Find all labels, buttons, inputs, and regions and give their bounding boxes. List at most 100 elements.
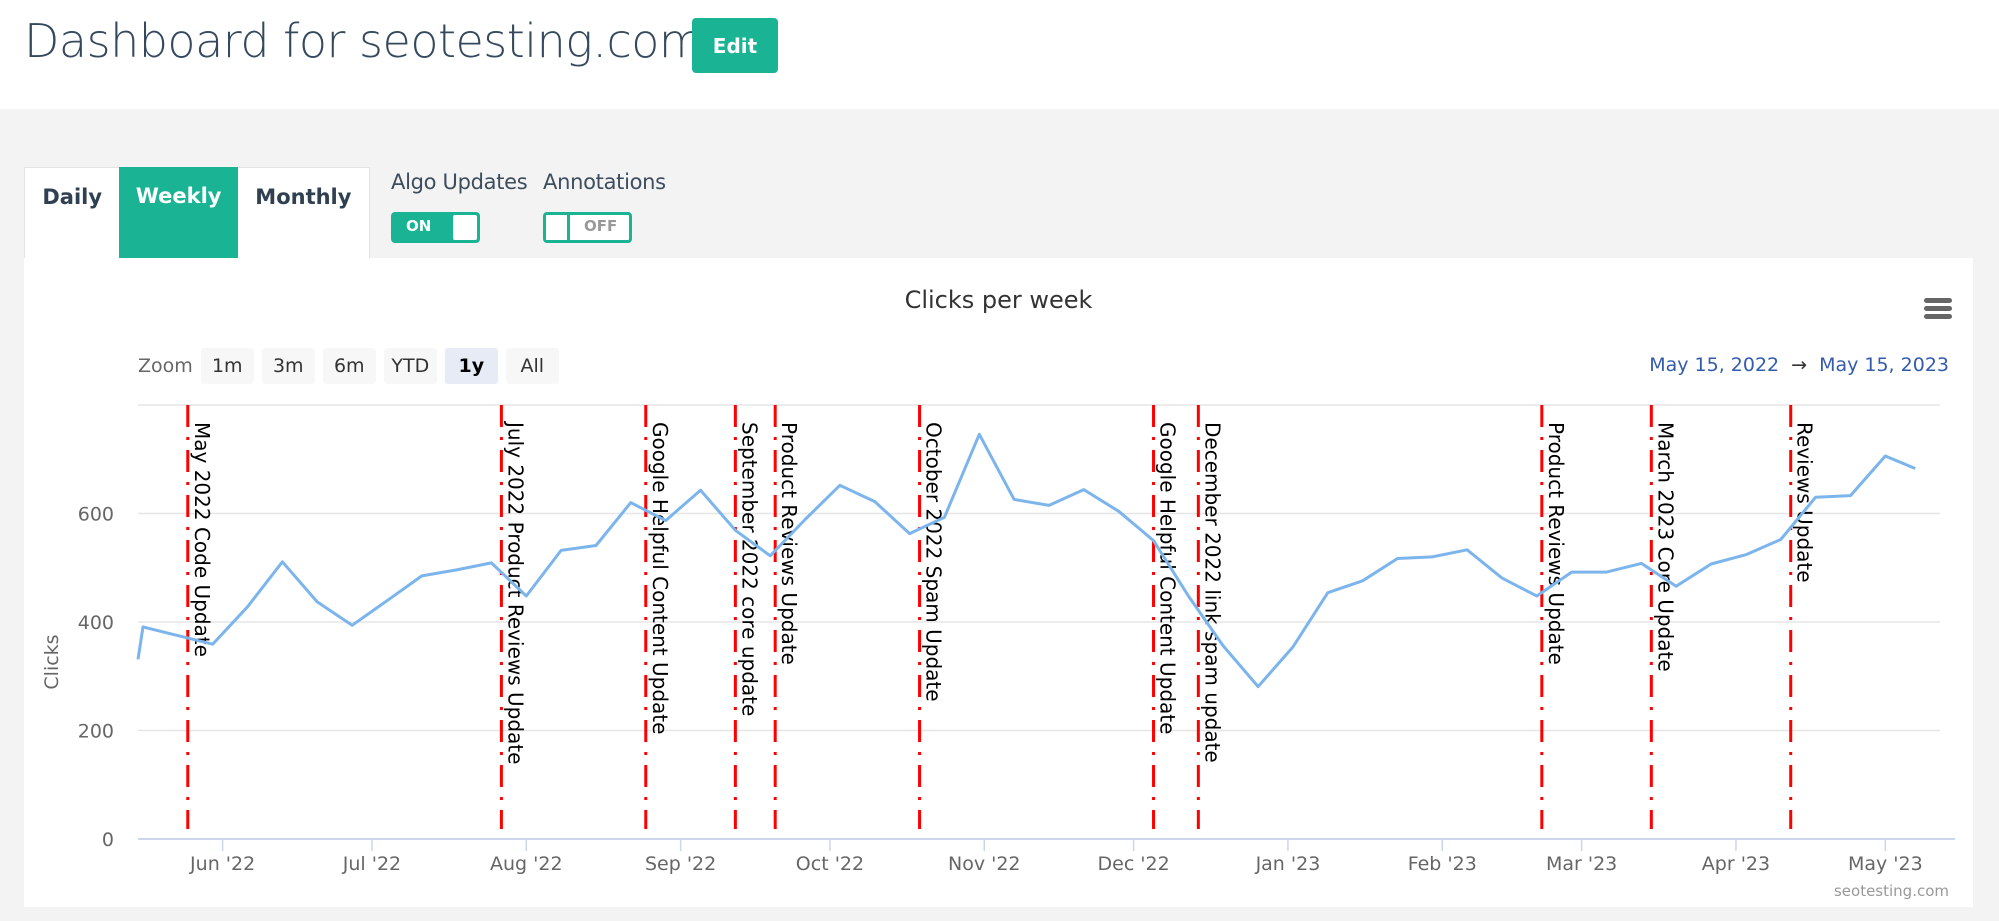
data-point[interactable] <box>1322 587 1334 599</box>
x-tick-label: Dec '22 <box>1098 853 1170 875</box>
data-point[interactable] <box>485 557 497 569</box>
data-point[interactable] <box>1391 553 1403 565</box>
annotation-label: Google Helpful Content Update <box>648 422 672 734</box>
y-tick-label: 0 <box>102 829 114 851</box>
annotation-label: Product Reviews Update <box>1544 422 1568 665</box>
data-point[interactable] <box>1113 505 1125 517</box>
data-point[interactable] <box>1252 681 1264 693</box>
zoom-ytd-button[interactable]: YTD <box>383 348 437 384</box>
zoom-3m-button[interactable]: 3m <box>261 348 315 384</box>
data-point[interactable] <box>869 496 881 508</box>
zoom-label: Zoom <box>138 355 193 377</box>
chart-card: 0 200 400 600 Clicks Jun '22 Jul '22 Aug '22 Sep… <box>24 258 1973 907</box>
algo-updates-toggle[interactable]: ON <box>391 212 480 243</box>
data-point[interactable] <box>242 601 254 613</box>
data-point[interactable] <box>172 630 184 642</box>
tab-weekly[interactable]: Weekly <box>119 167 238 259</box>
annotation-label: October 2022 Spam Update <box>922 422 946 702</box>
zoom-1y-button[interactable]: 1y <box>444 348 498 384</box>
algo-updates-toggle-group: Algo Updates ON <box>391 170 528 243</box>
chart-title: Clicks per week <box>904 286 1093 314</box>
data-point[interactable] <box>276 556 288 568</box>
x-tick-label: Oct '22 <box>796 853 864 875</box>
data-point[interactable] <box>1909 462 1921 474</box>
data-point[interactable] <box>311 596 323 608</box>
page-title: Dashboard for seotesting.com <box>24 14 704 68</box>
data-point[interactable] <box>1217 640 1229 652</box>
data-point[interactable] <box>1566 566 1578 578</box>
data-point[interactable] <box>555 544 567 556</box>
range-from-date[interactable]: May 15, 2022 <box>1649 354 1779 376</box>
data-point[interactable] <box>1810 491 1822 503</box>
data-point[interactable] <box>1670 580 1682 592</box>
y-tick-label: 600 <box>78 504 114 526</box>
annotations-toggle[interactable]: OFF <box>543 212 632 243</box>
chart-credit[interactable]: seotesting.com <box>1834 882 1949 900</box>
data-point[interactable] <box>1775 534 1787 546</box>
algo-updates-label: Algo Updates <box>391 170 528 194</box>
tab-daily[interactable]: Daily <box>25 168 119 259</box>
data-point[interactable] <box>799 513 811 525</box>
data-point[interactable] <box>660 515 672 527</box>
data-point[interactable] <box>1844 490 1856 502</box>
data-point[interactable] <box>1078 484 1090 496</box>
annotation-label: March 2023 Core Update <box>1653 422 1677 672</box>
data-point[interactable] <box>625 497 637 509</box>
data-point[interactable] <box>137 621 149 633</box>
data-point[interactable] <box>938 511 950 523</box>
data-point[interactable] <box>1635 557 1647 569</box>
x-tick-label: Aug '22 <box>490 853 563 875</box>
x-tick-label: Mar '23 <box>1546 853 1617 875</box>
hamburger-menu-icon[interactable] <box>1924 298 1952 320</box>
data-point[interactable] <box>346 619 358 631</box>
toggle-state: OFF <box>584 217 618 235</box>
x-tick-label: Sep '22 <box>645 853 716 875</box>
data-point[interactable] <box>1601 566 1613 578</box>
data-point[interactable] <box>729 524 741 536</box>
x-tick-label: Apr '23 <box>1702 853 1770 875</box>
data-point[interactable] <box>451 564 463 576</box>
zoom-1m-button[interactable]: 1m <box>200 348 254 384</box>
toggle-knob <box>453 215 477 240</box>
toggle-state: ON <box>406 217 432 235</box>
data-point[interactable] <box>1426 551 1438 563</box>
data-point[interactable] <box>1879 450 1891 462</box>
data-point[interactable] <box>1148 535 1160 547</box>
x-tick-label: Jan '23 <box>1255 853 1321 875</box>
data-point[interactable] <box>1182 590 1194 602</box>
edit-button[interactable]: Edit <box>692 18 778 73</box>
data-point[interactable] <box>764 550 776 562</box>
x-tick-label: Jun '22 <box>189 853 255 875</box>
data-point[interactable] <box>834 479 846 491</box>
zoom-6m-button[interactable]: 6m <box>322 348 376 384</box>
data-point[interactable] <box>1287 641 1299 653</box>
y-axis-label: Clicks <box>41 634 63 689</box>
annotation-label: December 2022 link spam update <box>1200 422 1224 763</box>
annotations-label: Annotations <box>543 170 666 194</box>
data-point[interactable] <box>416 570 428 582</box>
data-point[interactable] <box>1008 493 1020 505</box>
data-point[interactable] <box>904 528 916 540</box>
data-point[interactable] <box>520 590 532 602</box>
data-point[interactable] <box>590 540 602 552</box>
tab-monthly[interactable]: Monthly <box>238 168 369 259</box>
data-point[interactable] <box>1531 590 1543 602</box>
data-point[interactable] <box>1357 575 1369 587</box>
zoom-all-button[interactable]: All <box>505 348 559 384</box>
data-point[interactable] <box>695 484 707 496</box>
data-point[interactable] <box>1705 558 1717 570</box>
x-tick-label: Feb '23 <box>1408 853 1477 875</box>
range-to-date[interactable]: May 15, 2023 <box>1819 354 1949 376</box>
data-point[interactable] <box>1043 499 1055 511</box>
annotations-toggle-group: Annotations OFF <box>543 170 666 243</box>
date-range: May 15, 2022 → May 15, 2023 <box>1649 354 1949 376</box>
data-point[interactable] <box>207 638 219 650</box>
data-point[interactable] <box>1740 549 1752 561</box>
data-point[interactable] <box>973 428 985 440</box>
data-point[interactable] <box>381 595 393 607</box>
data-point[interactable] <box>1496 572 1508 584</box>
data-point[interactable] <box>132 653 144 665</box>
x-tick-label: May '23 <box>1848 853 1923 875</box>
data-point[interactable] <box>1461 544 1473 556</box>
page-header: Dashboard for seotesting.com Edit <box>0 0 1999 109</box>
